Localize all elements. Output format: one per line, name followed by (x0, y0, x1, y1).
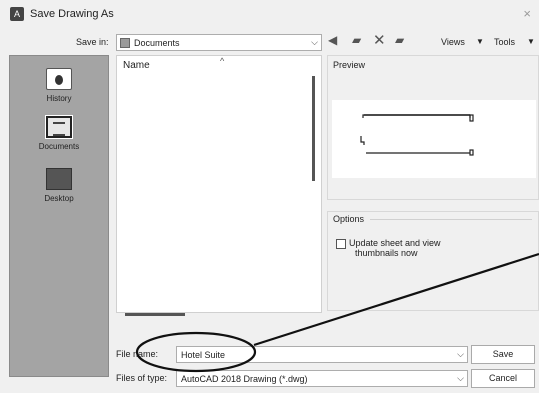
preview-label: Preview (333, 60, 366, 70)
save-in-label: Save in: (76, 37, 109, 47)
save-in-dropdown[interactable]: Documents ⌵ (116, 34, 322, 51)
place-history[interactable]: History (10, 68, 108, 103)
preview-thumbnail (332, 100, 536, 178)
title-bar: A Save Drawing As × (0, 0, 539, 28)
options-label: Options (333, 214, 365, 224)
chevron-down-icon: ⌵ (311, 37, 318, 47)
views-dropdown-arrow-icon[interactable]: ▼ (476, 37, 484, 46)
update-thumbnails-checkbox[interactable] (336, 239, 346, 249)
drawing-preview-image (360, 114, 474, 156)
tools-dropdown-arrow-icon[interactable]: ▼ (527, 37, 535, 46)
chevron-down-icon[interactable]: ⌵ (457, 349, 464, 360)
save-dialog: Save in: Documents ⌵ ◀ ▰ ✕ ▰ Views ▼ Too… (0, 28, 539, 393)
place-desktop-label: Desktop (44, 194, 74, 203)
file-name-field[interactable]: Hotel Suite ⌵ (176, 346, 468, 363)
horizontal-scrollbar[interactable] (125, 313, 185, 316)
name-column-header[interactable]: Name (123, 60, 150, 71)
cancel-button[interactable]: Cancel (471, 369, 535, 388)
window-title: Save Drawing As (30, 8, 114, 20)
file-type-dropdown[interactable]: AutoCAD 2018 Drawing (*.dwg) ⌵ (176, 370, 468, 387)
file-name-label: File name: (116, 349, 159, 359)
place-documents[interactable]: Documents (10, 115, 108, 151)
up-folder-icon[interactable]: ▰ (352, 33, 361, 47)
back-arrow-icon[interactable]: ◀ (328, 33, 337, 47)
vertical-scrollbar[interactable] (312, 76, 315, 181)
documents-icon (45, 115, 73, 139)
autocad-app-icon: A (10, 7, 24, 21)
tools-menu[interactable]: Tools (494, 37, 515, 47)
sort-ascending-icon: ^ (220, 56, 225, 66)
close-button[interactable]: × (523, 6, 531, 21)
place-documents-label: Documents (38, 142, 80, 151)
place-history-label: History (46, 94, 72, 103)
update-thumbnails-label-line2: thumbnails now (355, 248, 418, 258)
desktop-icon (46, 168, 72, 190)
delete-icon[interactable]: ✕ (373, 31, 386, 49)
file-type-value: AutoCAD 2018 Drawing (*.dwg) (181, 374, 308, 384)
preview-group: Preview (327, 55, 539, 200)
places-bar: History Documents Desktop (9, 55, 109, 377)
options-divider (370, 219, 532, 220)
new-folder-icon[interactable]: ▰ (395, 33, 404, 47)
chevron-down-icon[interactable]: ⌵ (457, 373, 464, 384)
file-list[interactable]: Name ^ (116, 55, 322, 313)
folder-icon (120, 38, 130, 48)
history-icon (46, 68, 72, 90)
file-name-value[interactable]: Hotel Suite (181, 350, 225, 360)
save-in-value: Documents (134, 38, 180, 48)
place-desktop[interactable]: Desktop (10, 168, 108, 203)
update-thumbnails-label-line1: Update sheet and view (349, 238, 441, 248)
update-thumbnails-label: Update sheet and view thumbnails now (349, 238, 441, 258)
file-type-label: Files of type: (116, 373, 168, 383)
views-menu[interactable]: Views (441, 37, 465, 47)
options-group: Options Update sheet and view thumbnails… (327, 211, 539, 311)
save-button[interactable]: Save (471, 345, 535, 364)
